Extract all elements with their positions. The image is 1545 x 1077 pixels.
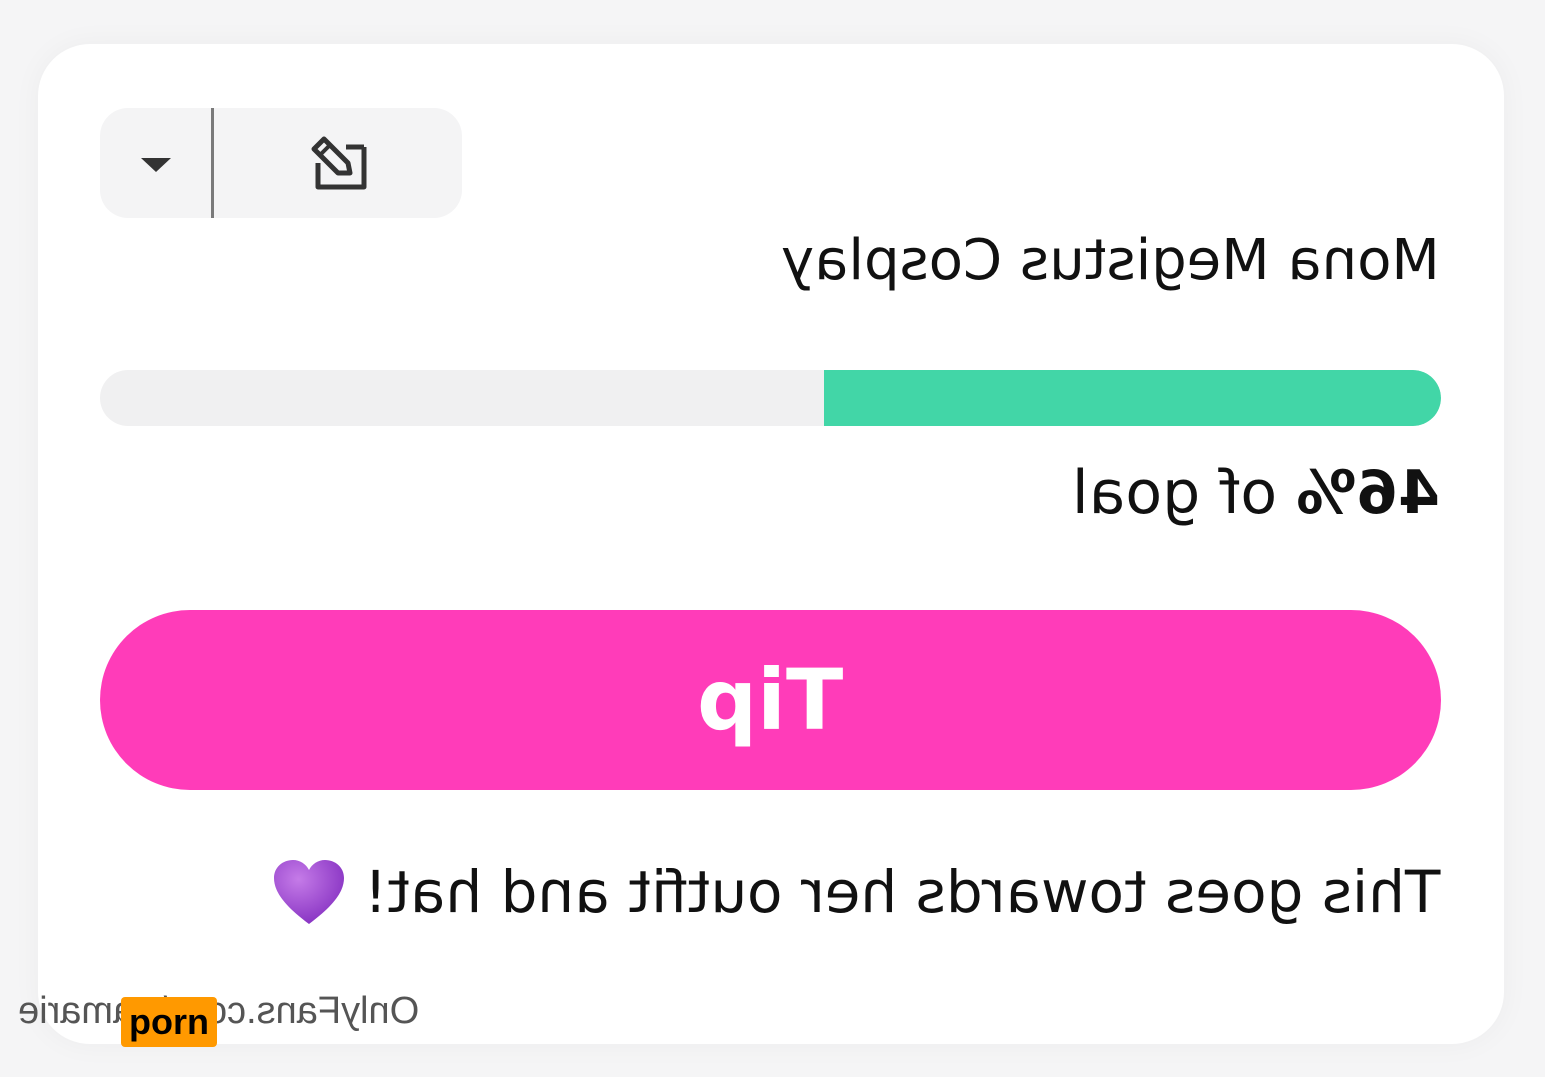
watermark-url: OnlyFans.com/stamarie xyxy=(18,990,420,1032)
tip-button[interactable]: Tip xyxy=(100,610,1441,790)
goal-progress-label: 46% of goal xyxy=(1072,458,1440,528)
goal-progress-suffix: of goal xyxy=(1072,458,1297,528)
goal-description: This goes towards her outfit and hat! xyxy=(272,858,1440,926)
goal-description-text: This goes towards her outfit and hat! xyxy=(363,858,1440,926)
purple-heart-icon xyxy=(273,860,344,924)
goal-progress-bar xyxy=(100,370,1441,426)
site-logo: porn xyxy=(121,997,217,1047)
edit-button[interactable] xyxy=(214,108,462,218)
goal-title: Mona Megistus Cosplay xyxy=(781,228,1440,293)
edit-icon xyxy=(311,136,367,190)
post-toolbar xyxy=(100,108,462,218)
goal-progress-percent: 46% xyxy=(1296,458,1440,528)
tip-button-label: Tip xyxy=(697,651,844,749)
page: Mona Megistus Cosplay 46% of goal Tip Th… xyxy=(0,0,1545,1077)
options-dropdown-button[interactable] xyxy=(100,108,211,218)
caret-down-icon xyxy=(140,158,171,172)
goal-progress-fill xyxy=(824,370,1441,426)
